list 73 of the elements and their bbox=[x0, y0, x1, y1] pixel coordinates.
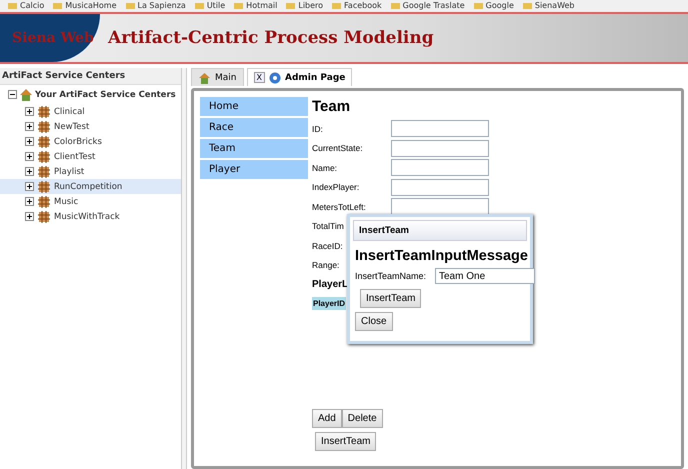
bookmark-link[interactable]: Calcio bbox=[8, 0, 44, 12]
dialog-title: InsertTeam bbox=[353, 220, 527, 241]
house-icon bbox=[198, 72, 211, 84]
field-label: RaceID: bbox=[312, 240, 344, 251]
tree-item[interactable]: ClientTest bbox=[0, 149, 181, 164]
insert-button[interactable]: InsertTeam bbox=[315, 432, 376, 451]
grid-icon bbox=[38, 106, 50, 118]
field-label: InsertTeamName: bbox=[355, 271, 425, 281]
info-icon bbox=[268, 72, 281, 84]
bookmark-link[interactable]: SienaWeb bbox=[522, 0, 575, 12]
bookmark-link[interactable]: Libero bbox=[286, 0, 324, 12]
grid-icon bbox=[38, 150, 50, 162]
submit-button[interactable]: InsertTeam bbox=[360, 289, 422, 308]
tab[interactable]: X Admin Page bbox=[246, 68, 352, 86]
nav-item[interactable]: Home bbox=[200, 97, 308, 116]
dialog-heading: InsertTeamInputMessage bbox=[355, 248, 527, 264]
expand-icon[interactable] bbox=[25, 197, 34, 206]
expand-icon[interactable] bbox=[25, 167, 34, 176]
bookmark-link[interactable]: Google Traslate bbox=[390, 0, 465, 12]
tree-item[interactable]: Clinical bbox=[0, 104, 181, 119]
tree-item[interactable]: MusicWithTrack bbox=[0, 209, 181, 224]
expand-icon[interactable] bbox=[25, 107, 34, 116]
bookmark-link[interactable]: Utile bbox=[194, 0, 226, 12]
bookmark-link[interactable]: MusicaHome bbox=[53, 0, 117, 12]
house-icon bbox=[19, 88, 33, 101]
input-field[interactable] bbox=[391, 178, 489, 196]
tree-item[interactable]: Playlist bbox=[0, 164, 181, 179]
form-title: Team bbox=[312, 98, 352, 115]
tree-item[interactable]: NewTest bbox=[0, 119, 181, 134]
expand-icon[interactable] bbox=[25, 212, 34, 221]
grid-icon bbox=[38, 196, 50, 208]
grid-icon bbox=[38, 136, 50, 148]
bookmark-link[interactable]: La Sapienza bbox=[126, 0, 186, 12]
grid-icon bbox=[38, 180, 50, 192]
bookmark-link[interactable]: Facebook bbox=[332, 0, 382, 12]
expand-icon[interactable] bbox=[25, 182, 34, 191]
expand-icon[interactable] bbox=[25, 152, 34, 161]
action-button[interactable]: Add bbox=[312, 409, 342, 428]
panel-header: ArtiFact Service Centers bbox=[0, 68, 181, 85]
grid-icon bbox=[38, 120, 50, 132]
bookmark-link[interactable]: Hotmail bbox=[234, 0, 278, 12]
input-field[interactable] bbox=[391, 198, 489, 216]
action-button[interactable]: Delete bbox=[342, 409, 383, 428]
input-field[interactable] bbox=[391, 159, 489, 176]
tab[interactable]: Main bbox=[191, 68, 244, 86]
tree-item[interactable]: ColorBricks bbox=[0, 134, 181, 149]
field-label: ID: bbox=[312, 124, 324, 134]
collapse-icon[interactable] bbox=[8, 90, 17, 99]
close-button[interactable]: Close bbox=[355, 312, 393, 331]
grid-icon bbox=[38, 210, 50, 222]
field-label: Name: bbox=[312, 162, 338, 173]
input-field[interactable] bbox=[391, 120, 489, 138]
brand-logo: Siena Web bbox=[0, 14, 100, 62]
input-field[interactable] bbox=[391, 140, 489, 157]
field-label: CurrentState: bbox=[312, 143, 364, 154]
field-label: MetersTotLeft: bbox=[312, 202, 367, 212]
expand-icon[interactable] bbox=[25, 122, 34, 131]
column-header: PlayerID bbox=[312, 297, 346, 310]
tree-item[interactable]: Music bbox=[0, 194, 181, 209]
nav-item[interactable]: Player bbox=[200, 160, 308, 179]
banner-title: Artifact-Centric Process Modeling bbox=[106, 28, 434, 48]
bookmark-link[interactable]: Google bbox=[474, 0, 514, 12]
section-title: PlayerL bbox=[312, 279, 350, 290]
field-label: Range: bbox=[312, 260, 340, 270]
nav-item[interactable]: Race bbox=[200, 118, 308, 137]
tree-item[interactable]: RunCompetition bbox=[0, 179, 181, 194]
tree-root-label[interactable]: Your ArtiFact Service Centers bbox=[35, 90, 176, 100]
close-button[interactable]: X bbox=[254, 72, 265, 83]
field-label: IndexPlayer: bbox=[312, 182, 360, 192]
name-field[interactable]: Team One bbox=[435, 268, 535, 284]
expand-icon[interactable] bbox=[25, 137, 34, 146]
grid-icon bbox=[38, 166, 50, 178]
nav-item[interactable]: Team bbox=[200, 139, 308, 158]
